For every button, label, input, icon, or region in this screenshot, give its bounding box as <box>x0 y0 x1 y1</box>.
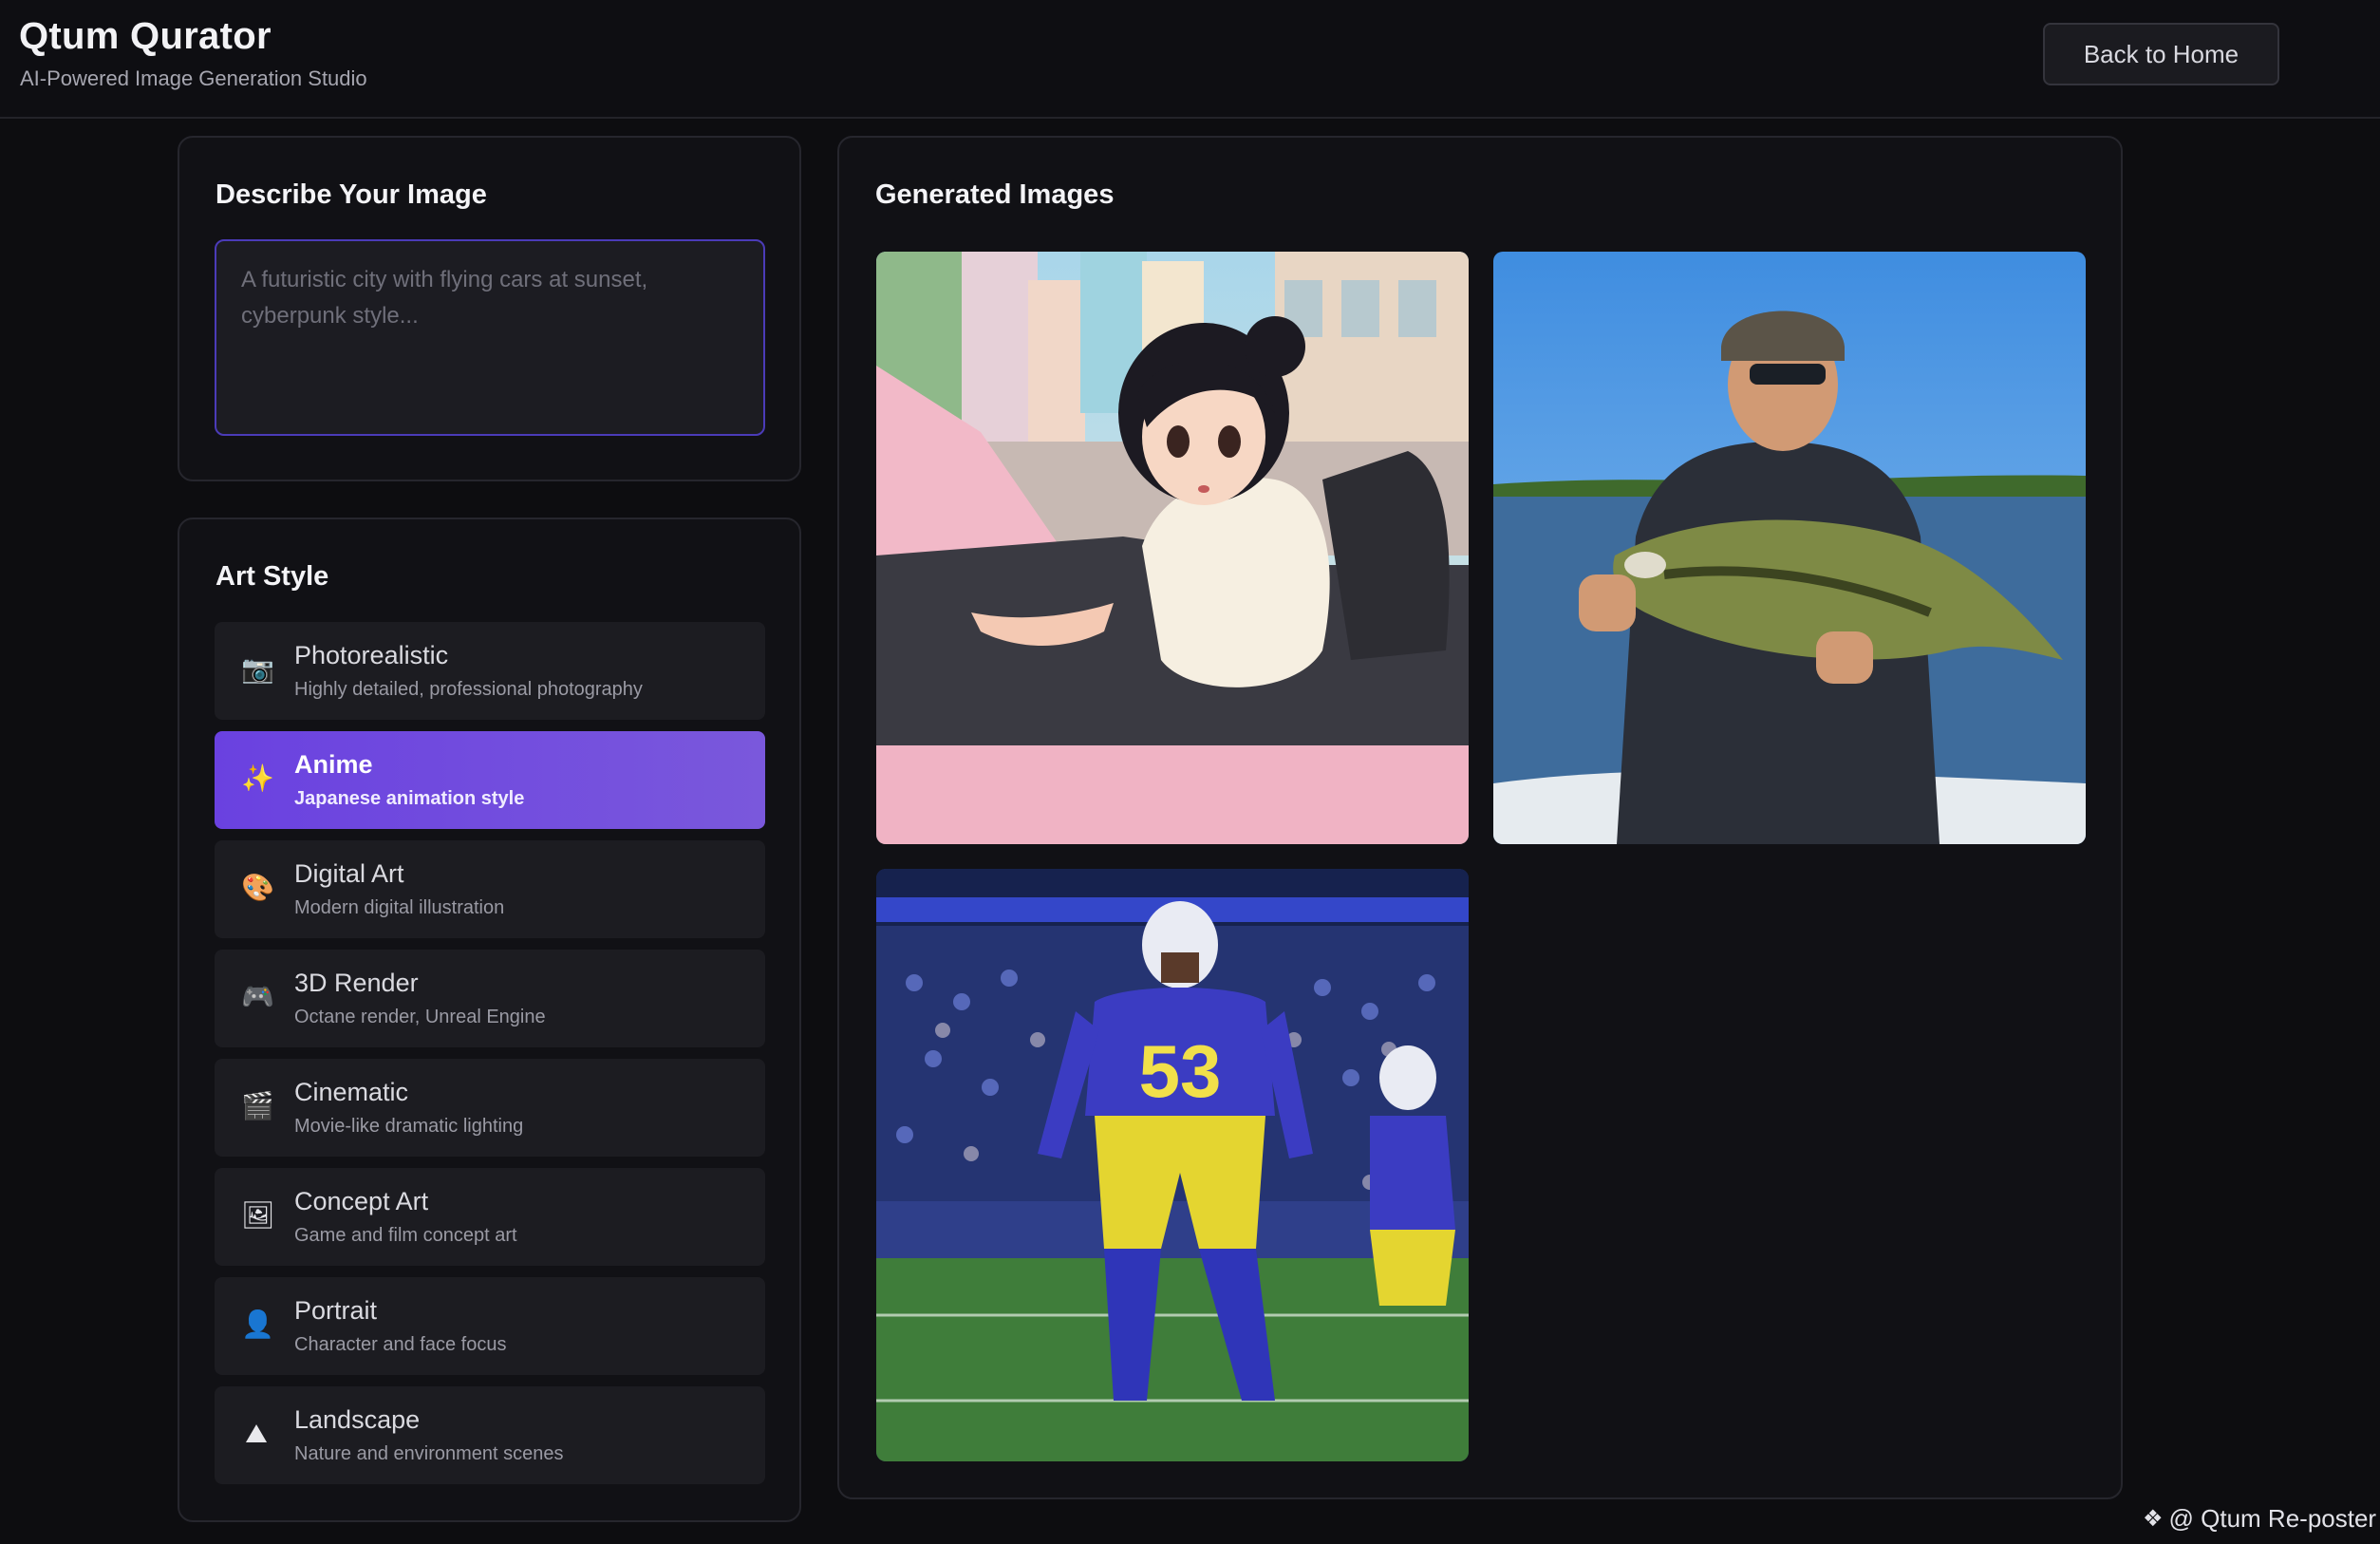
style-option-cinematic[interactable]: 🎬 Cinematic Movie-like dramatic lighting <box>215 1059 765 1157</box>
style-option-photorealistic[interactable]: 📷 Photorealistic Highly detailed, profes… <box>215 622 765 720</box>
describe-title: Describe Your Image <box>216 179 487 210</box>
art-style-title: Art Style <box>216 561 329 592</box>
clapperboard-icon: 🎬 <box>241 1091 274 1120</box>
style-option-name: Concept Art <box>294 1187 429 1215</box>
mountain-icon: ⛰ <box>245 1419 268 1448</box>
style-option-landscape[interactable]: ⛰ Landscape Nature and environment scene… <box>215 1386 765 1484</box>
generated-image-anime-driver[interactable] <box>876 252 1469 844</box>
watermark-text: @ Qtum Re-poster <box>2168 1504 2377 1533</box>
generated-image-football-player[interactable]: 53 <box>876 869 1469 1461</box>
prompt-textarea[interactable]: A futuristic city with flying cars at su… <box>215 239 765 436</box>
style-option-desc: Movie-like dramatic lighting <box>294 1116 524 1137</box>
generated-image-fisherman[interactable] <box>1493 252 2086 844</box>
style-option-name: Portrait <box>294 1296 378 1325</box>
style-option-portrait[interactable]: 👤 Portrait Character and face focus <box>215 1277 765 1375</box>
style-option-desc: Game and film concept art <box>294 1225 517 1246</box>
art-style-list: 📷 Photorealistic Highly detailed, profes… <box>215 622 765 1496</box>
jersey-number: 53 <box>1139 1029 1222 1113</box>
describe-card: Describe Your Image A futuristic city wi… <box>178 136 801 481</box>
app-subtitle: AI-Powered Image Generation Studio <box>20 66 367 90</box>
generated-images-card: Generated Images 53 <box>837 136 2123 1499</box>
diamond-icon: ❖ <box>2143 1506 2164 1532</box>
camera-icon: 📷 <box>241 654 274 684</box>
person-icon: 👤 <box>241 1309 274 1339</box>
framed-picture-icon: 🖼 <box>241 1200 275 1230</box>
top-bar: Qtum Qurator AI-Powered Image Generation… <box>0 0 2380 119</box>
gamepad-icon: 🎮 <box>241 982 274 1011</box>
app-title: Qtum Qurator <box>19 15 272 57</box>
style-option-name: Photorealistic <box>294 641 449 669</box>
style-option-desc: Japanese animation style <box>294 788 525 809</box>
style-option-name: Landscape <box>294 1405 421 1434</box>
style-option-digital-art[interactable]: 🎨 Digital Art Modern digital illustratio… <box>215 840 765 938</box>
style-option-desc: Highly detailed, professional photograph… <box>294 679 643 700</box>
sparkles-icon: ✨ <box>241 763 274 793</box>
style-option-name: Cinematic <box>294 1078 409 1106</box>
style-option-name: Anime <box>294 750 373 779</box>
style-option-concept-art[interactable]: 🖼 Concept Art Game and film concept art <box>215 1168 765 1266</box>
art-style-card: Art Style 📷 Photorealistic Highly detail… <box>178 518 801 1522</box>
style-option-desc: Nature and environment scenes <box>294 1443 564 1464</box>
style-option-desc: Modern digital illustration <box>294 897 505 918</box>
back-to-home-button[interactable]: Back to Home <box>2043 23 2279 85</box>
style-option-anime[interactable]: ✨ Anime Japanese animation style <box>215 731 765 829</box>
style-option-name: Digital Art <box>294 859 404 888</box>
style-option-desc: Octane render, Unreal Engine <box>294 1007 546 1027</box>
style-option-3d-render[interactable]: 🎮 3D Render Octane render, Unreal Engine <box>215 950 765 1047</box>
watermark: ❖ @ Qtum Re-poster <box>2143 1504 2376 1534</box>
palette-icon: 🎨 <box>241 873 274 902</box>
generated-images-title: Generated Images <box>875 179 1115 210</box>
style-option-name: 3D Render <box>294 969 419 997</box>
style-option-desc: Character and face focus <box>294 1334 507 1355</box>
